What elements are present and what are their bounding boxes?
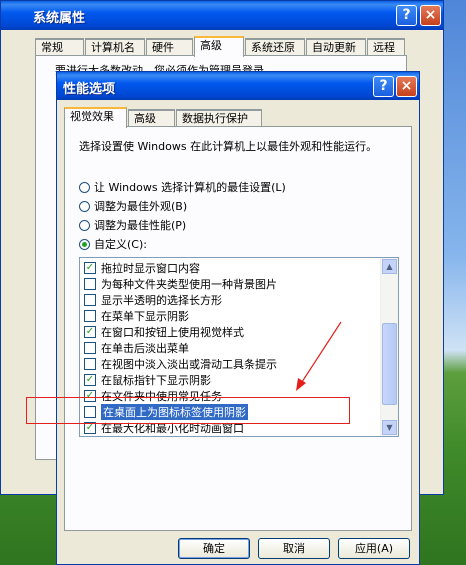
tab-advanced[interactable]: 高级 [194, 36, 244, 57]
annotation-arrow-icon [296, 321, 342, 391]
tab-visual-effects[interactable]: 视觉效果 [64, 107, 127, 128]
